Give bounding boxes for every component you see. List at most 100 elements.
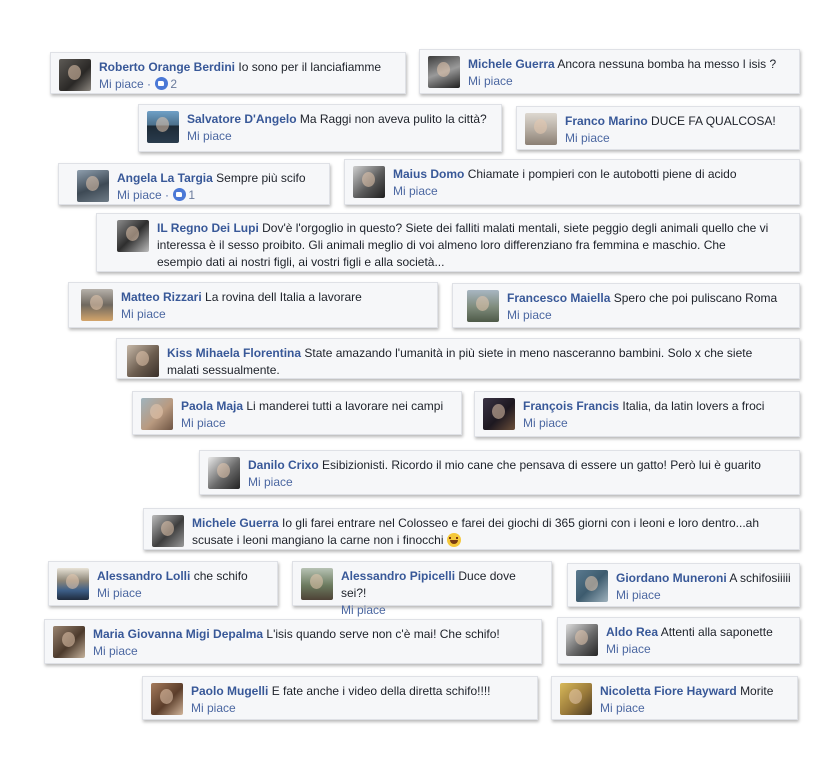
- comment-text: Italia, da latin lovers a froci: [622, 399, 765, 413]
- comment-card: Aldo Rea Attenti alla saponette Mi piace: [557, 617, 800, 664]
- like-link[interactable]: Mi piace: [600, 701, 645, 715]
- like-reaction-icon[interactable]: [173, 188, 187, 201]
- reaction-count[interactable]: 2: [170, 77, 177, 91]
- comment-text: Morite: [740, 684, 774, 698]
- comment-card: Alessandro Pipicelli Duce dove sei?! Mi …: [292, 561, 552, 617]
- comment-text: Li manderei tutti a lavorare nei campi: [246, 399, 444, 413]
- comment-card: Francesco Maiella Spero che poi puliscan…: [452, 283, 800, 328]
- comment-text: Attenti alla saponette: [660, 625, 773, 639]
- like-link[interactable]: Mi piace: [606, 642, 651, 656]
- profile-photo-icon[interactable]: [566, 624, 598, 656]
- comment-text: Sempre più scifo: [216, 171, 306, 185]
- comment-card: Michele Guerra Ancora nessuna bomba ha m…: [419, 49, 800, 94]
- like-link[interactable]: Mi piace: [468, 74, 513, 88]
- comment-author[interactable]: Paola Maja: [181, 399, 243, 413]
- comment-author[interactable]: Paolo Mugelli: [191, 684, 268, 698]
- comment-text: Spero che poi puliscano Roma: [613, 291, 778, 305]
- like-link[interactable]: Mi piace: [507, 308, 552, 322]
- profile-photo-icon[interactable]: [208, 457, 240, 489]
- comment-author[interactable]: Michele Guerra: [192, 516, 279, 530]
- comment-author[interactable]: Francesco Maiella: [507, 291, 610, 305]
- comment-author[interactable]: Nicoletta Fiore Hayward: [600, 684, 737, 698]
- profile-photo-icon[interactable]: [77, 170, 109, 202]
- profile-photo-icon[interactable]: [525, 113, 557, 145]
- comment-author[interactable]: Franco Marino: [565, 114, 648, 128]
- laughing-emoji-icon: [446, 533, 461, 547]
- like-link[interactable]: Mi piace: [393, 184, 438, 198]
- comment-card: Maius Domo Chiamate i pompieri con le au…: [344, 159, 800, 205]
- like-link[interactable]: Mi piace: [117, 188, 162, 202]
- comment-card: Giordano Muneroni A schifosiiiii Mi piac…: [567, 563, 800, 607]
- comment-author[interactable]: IL Regno Dei Lupi: [157, 221, 259, 235]
- profile-photo-icon[interactable]: [57, 568, 89, 600]
- comment-author[interactable]: Alessandro Lolli: [97, 569, 190, 583]
- like-link[interactable]: Mi piace: [341, 603, 386, 617]
- comment-text: Ma Raggi non aveva pulito la città?: [299, 112, 487, 126]
- comment-card: Paolo Mugelli E fate anche i video della…: [142, 676, 538, 720]
- profile-photo-icon[interactable]: [152, 515, 184, 547]
- comment-card: François Francis Italia, da latin lovers…: [474, 391, 800, 437]
- comment-text: E fate anche i video della diretta schif…: [271, 684, 491, 698]
- comment-author[interactable]: Giordano Muneroni: [616, 571, 727, 585]
- comment-author[interactable]: Roberto Orange Berdini: [99, 60, 235, 74]
- like-link[interactable]: Mi piace: [191, 701, 236, 715]
- profile-photo-icon[interactable]: [117, 220, 149, 252]
- comment-author[interactable]: Alessandro Pipicelli: [341, 569, 455, 583]
- comment-card: Matteo Rizzari La rovina dell Italia a l…: [68, 282, 438, 328]
- profile-photo-icon[interactable]: [560, 683, 592, 715]
- comment-author[interactable]: Salvatore D'Angelo: [187, 112, 297, 126]
- comment-card: Nicoletta Fiore Hayward Morite Mi piace: [551, 676, 798, 720]
- comment-card: IL Regno Dei Lupi Dov'è l'orgoglio in qu…: [96, 213, 800, 272]
- comment-author[interactable]: François Francis: [523, 399, 619, 413]
- comment-author[interactable]: Angela La Targia: [117, 171, 213, 185]
- comment-card: Alessandro Lolli che schifo Mi piace: [48, 561, 278, 606]
- profile-photo-icon[interactable]: [428, 56, 460, 88]
- comment-author[interactable]: Maria Giovanna Migi Depalma: [93, 627, 263, 641]
- comment-card: Franco Marino DUCE FA QUALCOSA! Mi piace: [516, 106, 800, 150]
- like-link[interactable]: Mi piace: [97, 586, 142, 600]
- comment-text: Chiamate i pompieri con le autobotti pie…: [467, 167, 737, 181]
- profile-photo-icon[interactable]: [301, 568, 333, 600]
- comment-card: Angela La Targia Sempre più scifo Mi pia…: [58, 163, 330, 205]
- comment-text: L'isis quando serve non c'è mai! Che sch…: [266, 627, 500, 641]
- comment-author[interactable]: Matteo Rizzari: [121, 290, 202, 304]
- comment-text: Esibizionisti. Ricordo il mio cane che p…: [322, 458, 761, 472]
- comment-text: A schifosiiiii: [729, 571, 791, 585]
- like-link[interactable]: Mi piace: [121, 307, 166, 321]
- like-link[interactable]: Mi piace: [565, 131, 610, 145]
- profile-photo-icon[interactable]: [353, 166, 385, 198]
- profile-photo-icon[interactable]: [81, 289, 113, 321]
- like-link[interactable]: Mi piace: [93, 644, 138, 658]
- like-link[interactable]: Mi piace: [523, 416, 568, 430]
- like-reaction-icon[interactable]: [155, 77, 169, 90]
- comment-card: Danilo Crixo Esibizionisti. Ricordo il m…: [199, 450, 800, 495]
- comment-card: Paola Maja Li manderei tutti a lavorare …: [132, 391, 462, 435]
- like-link[interactable]: Mi piace: [616, 588, 661, 602]
- profile-photo-icon[interactable]: [483, 398, 515, 430]
- comment-card: Kiss Mihaela Florentina State amazando l…: [116, 338, 800, 379]
- comment-text: Io sono per il lanciafiamme: [238, 60, 382, 74]
- comment-author[interactable]: Aldo Rea: [606, 625, 658, 639]
- profile-photo-icon[interactable]: [53, 626, 85, 658]
- profile-photo-icon[interactable]: [151, 683, 183, 715]
- profile-photo-icon[interactable]: [147, 111, 179, 143]
- like-link[interactable]: Mi piace: [248, 475, 293, 489]
- comment-author[interactable]: Danilo Crixo: [248, 458, 319, 472]
- comment-author[interactable]: Michele Guerra: [468, 57, 555, 71]
- profile-photo-icon[interactable]: [467, 290, 499, 322]
- profile-photo-icon[interactable]: [141, 398, 173, 430]
- comment-text: La rovina dell Italia a lavorare: [205, 290, 362, 304]
- like-link[interactable]: Mi piace: [99, 77, 144, 91]
- comment-card: Maria Giovanna Migi Depalma L'isis quand…: [44, 619, 542, 664]
- reaction-count[interactable]: 1: [188, 188, 195, 202]
- profile-photo-icon[interactable]: [127, 345, 159, 377]
- comment-card: Roberto Orange Berdini Io sono per il la…: [50, 52, 406, 94]
- profile-photo-icon[interactable]: [59, 59, 91, 91]
- comment-author[interactable]: Maius Domo: [393, 167, 464, 181]
- comment-card: Michele Guerra Io gli farei entrare nel …: [143, 508, 800, 550]
- like-link[interactable]: Mi piace: [181, 416, 226, 430]
- profile-photo-icon[interactable]: [576, 570, 608, 602]
- like-link[interactable]: Mi piace: [187, 129, 232, 143]
- comment-author[interactable]: Kiss Mihaela Florentina: [167, 346, 301, 360]
- comment-text: che schifo: [193, 569, 248, 583]
